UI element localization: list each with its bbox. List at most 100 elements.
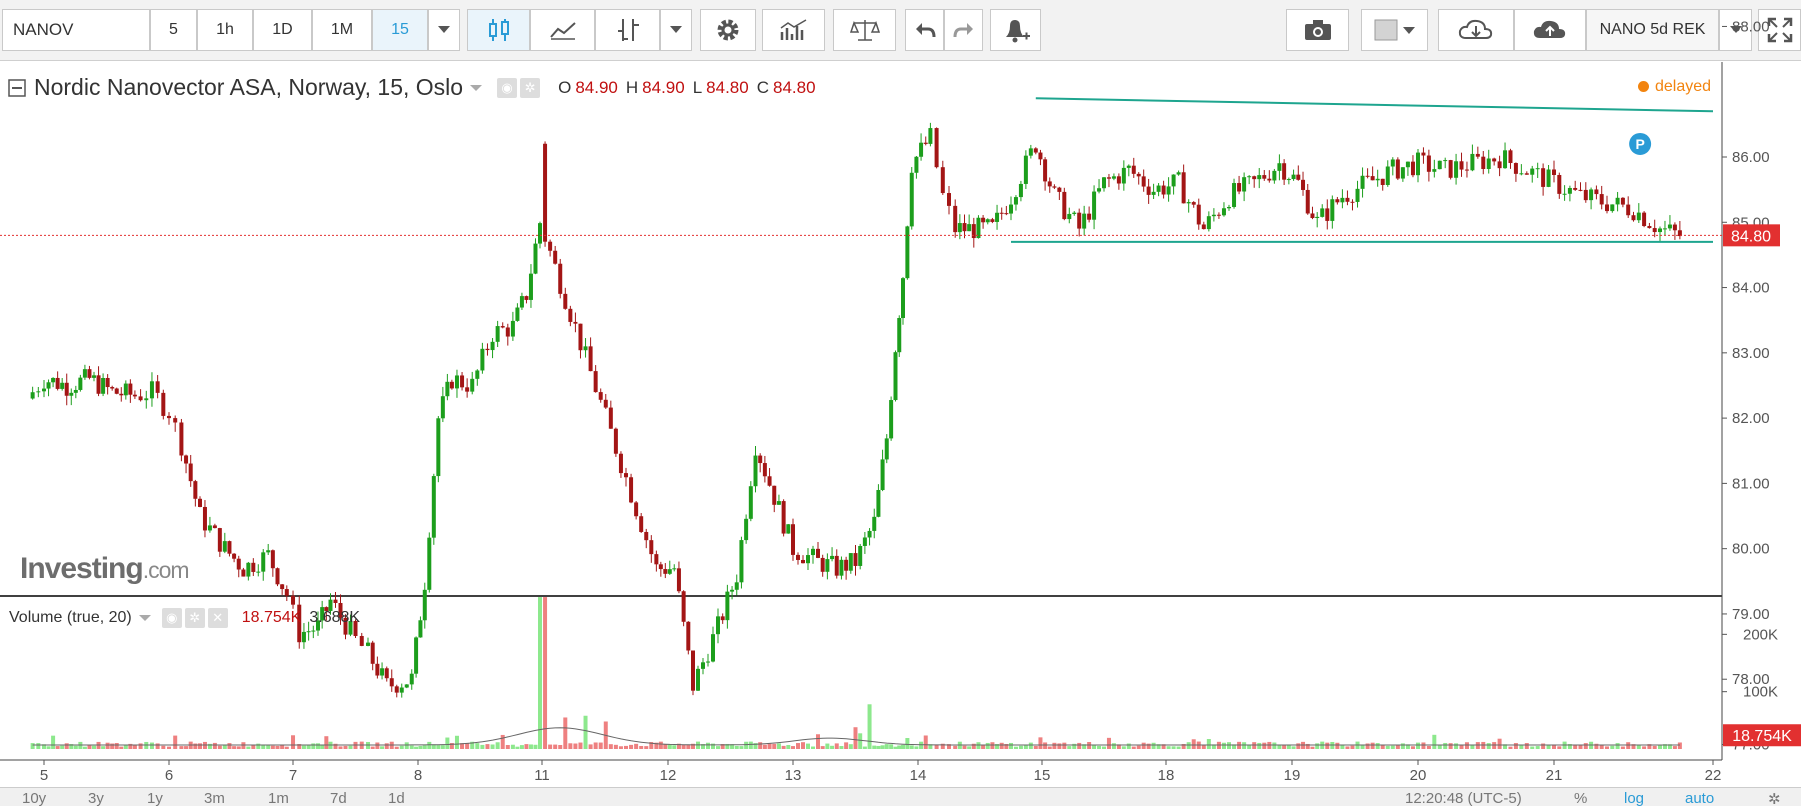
candle-body <box>1530 168 1535 175</box>
candle-body <box>1196 204 1201 225</box>
candle-body <box>495 326 500 342</box>
volume-bar <box>811 746 815 749</box>
candle-body <box>1325 208 1330 221</box>
price-tick-label: 84.00 <box>1732 280 1770 297</box>
candle-body <box>1211 214 1216 217</box>
candle-body <box>1161 185 1166 195</box>
volume-bar <box>284 746 289 749</box>
candle-body <box>1513 163 1518 174</box>
volume-bar <box>418 745 423 749</box>
percent-toggle[interactable]: % <box>1574 790 1587 807</box>
eye-icon[interactable]: ◉ <box>161 608 182 628</box>
candle-body <box>55 377 60 389</box>
candle-body <box>280 584 285 590</box>
candle-body <box>1562 193 1567 195</box>
candle-body <box>188 463 193 482</box>
volume-bar <box>60 745 65 749</box>
gear-icon[interactable]: ✲ <box>184 608 205 628</box>
gear-icon[interactable]: ✲ <box>1768 790 1781 808</box>
candle-body <box>275 568 280 585</box>
volume-bar <box>236 746 241 749</box>
candle-body <box>1028 148 1033 156</box>
candle-body <box>825 559 830 572</box>
volume-bar <box>1102 746 1106 749</box>
volume-bar <box>1126 743 1131 749</box>
trendlines[interactable]: P <box>0 97 1722 243</box>
volume-title: Volume (true, 20) <box>9 609 132 626</box>
candle-body <box>114 388 119 394</box>
candle-body <box>658 564 663 570</box>
candle-body <box>1116 176 1121 184</box>
candle-body <box>409 673 414 685</box>
price-tick-label: 88.00 <box>1732 18 1770 35</box>
range-7d[interactable]: 7d <box>330 790 347 807</box>
clock: 12:20:48 (UTC-5) <box>1405 790 1522 807</box>
price-tick-label: 82.00 <box>1732 410 1770 427</box>
candle-body <box>957 223 962 233</box>
volume-bar <box>588 744 593 749</box>
volume-bar <box>167 746 171 749</box>
volume-bar <box>1443 742 1448 749</box>
candle-body <box>1647 226 1652 229</box>
volume-bar <box>261 745 266 749</box>
candle-body <box>548 241 553 251</box>
volume-bar <box>884 744 889 749</box>
volume-bar <box>394 746 399 749</box>
range-3m[interactable]: 3m <box>204 790 225 807</box>
gear-icon[interactable]: ✲ <box>520 77 541 98</box>
volume-bar <box>1062 742 1067 749</box>
delayed-indicator: delayed <box>1638 78 1711 96</box>
range-10y[interactable]: 10y <box>22 790 46 807</box>
candle-body <box>87 369 92 378</box>
chevron-down-icon[interactable] <box>138 613 152 623</box>
volume-bar <box>1146 743 1151 749</box>
volume-bar <box>1610 745 1615 749</box>
auto-toggle[interactable]: auto <box>1685 790 1714 807</box>
candle-body <box>1503 150 1508 169</box>
range-1m[interactable]: 1m <box>268 790 289 807</box>
log-toggle[interactable]: log <box>1624 790 1644 807</box>
candle-body <box>1519 173 1524 175</box>
candle-body <box>1201 224 1206 230</box>
range-3y[interactable]: 3y <box>88 790 104 807</box>
candle-body <box>654 554 659 565</box>
chevron-down-icon[interactable] <box>469 83 483 93</box>
candle-body <box>1092 191 1097 220</box>
candle-body <box>1557 174 1562 194</box>
candle-body <box>418 620 423 638</box>
volume-bar <box>893 746 898 749</box>
candle-body <box>1286 179 1291 181</box>
candle-body <box>384 668 389 679</box>
volume-bar <box>409 745 414 749</box>
volume-bar <box>324 736 329 749</box>
candle-body <box>744 518 749 541</box>
candle-body <box>1410 161 1415 176</box>
volume-bar <box>1513 743 1518 749</box>
candle-body <box>470 378 475 392</box>
candle-body <box>1072 212 1077 214</box>
close-icon[interactable]: ✕ <box>207 608 228 628</box>
candle-body <box>884 438 889 460</box>
volume-bar <box>748 741 753 749</box>
candle-body <box>301 631 306 643</box>
range-1y[interactable]: 1y <box>147 790 163 807</box>
candle-body <box>311 630 316 632</box>
candle-body <box>138 396 143 401</box>
candle-body <box>1421 152 1426 156</box>
candle-body <box>1355 188 1360 202</box>
volume-bar <box>1519 745 1524 749</box>
candle-body <box>1652 228 1657 233</box>
volume-bar <box>1252 742 1257 749</box>
volume-bar <box>149 742 154 749</box>
price-chart[interactable]: P 88.0086.0085.0084.0083.0082.0081.0080.… <box>0 0 1801 805</box>
candle-body <box>1252 176 1257 180</box>
eye-icon[interactable]: ◉ <box>497 77 518 98</box>
volume-bar <box>999 742 1004 749</box>
volume-bar <box>1028 742 1033 749</box>
candle-body <box>1062 191 1067 220</box>
range-1d[interactable]: 1d <box>388 790 405 807</box>
candle-body <box>1573 187 1578 190</box>
volume-bar <box>825 743 830 749</box>
collapse-icon[interactable] <box>8 78 26 97</box>
candle-body <box>1237 183 1242 192</box>
